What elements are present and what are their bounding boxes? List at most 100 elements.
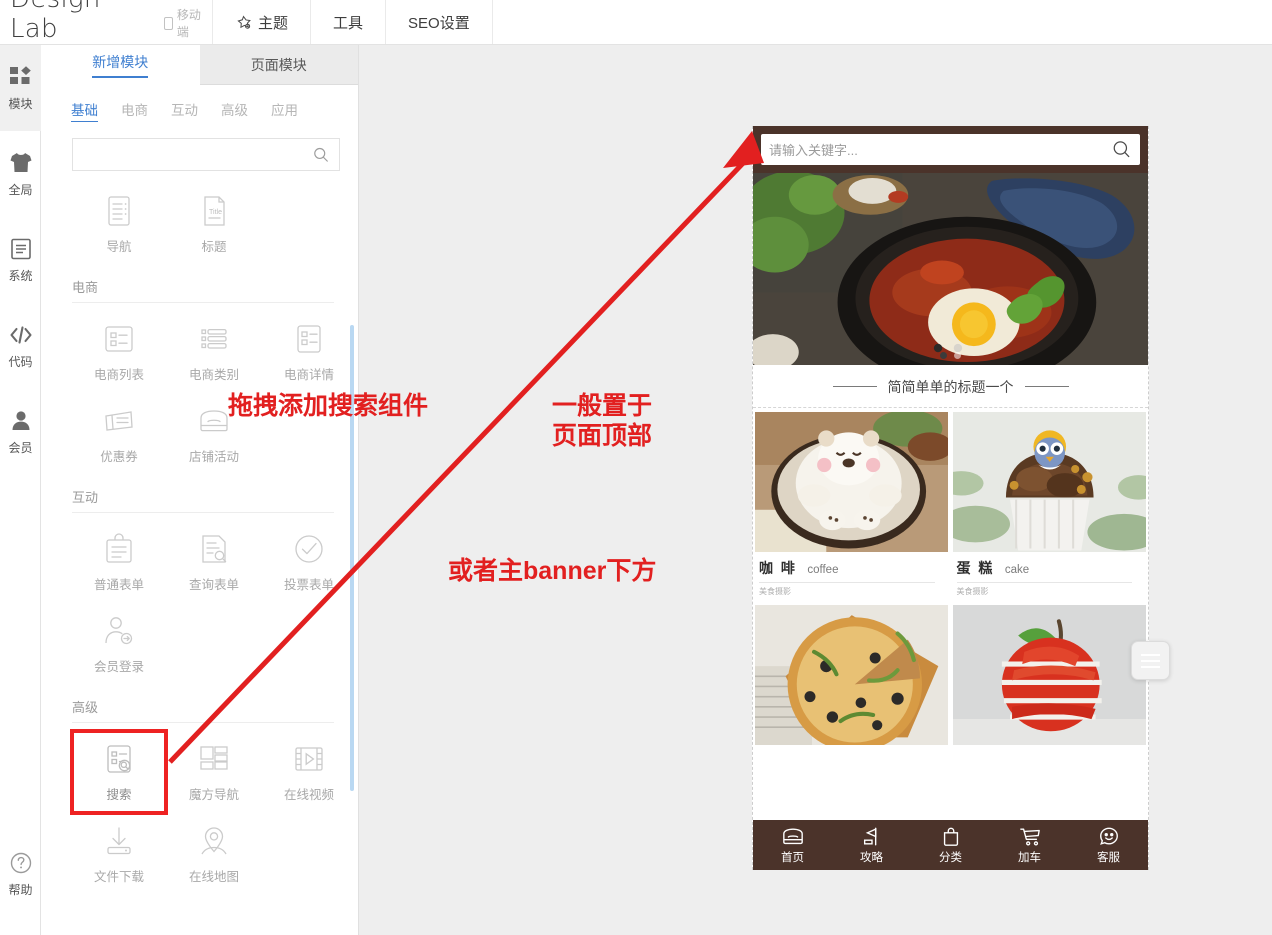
preview-section-title[interactable]: 简简单单的标题一个	[753, 366, 1148, 408]
tabbar-item-category[interactable]: 分类	[911, 826, 990, 865]
tabbar-item-cart[interactable]: 加车	[990, 826, 1069, 865]
banner-dot[interactable]	[954, 352, 961, 359]
module-online-video[interactable]: 在线视频	[262, 731, 356, 813]
product-card[interactable]: 蛋 糕 cake 美食摄影	[952, 412, 1147, 601]
sliced-apple-image	[952, 605, 1146, 745]
module-coupon[interactable]: 优惠券	[72, 393, 166, 475]
group-title-interactive: 互动	[72, 490, 99, 505]
card-title: 咖 啡	[759, 560, 797, 576]
tabbar-item-home[interactable]: 首页	[753, 826, 832, 865]
magic-grid-icon	[200, 746, 228, 770]
module-product-category[interactable]: 电商类别	[167, 311, 261, 393]
search-input[interactable]	[82, 147, 312, 162]
module-query-form[interactable]: 查询表单	[167, 521, 261, 603]
category-interactive[interactable]: 互动	[171, 99, 198, 122]
tab-page-module[interactable]: 页面模块	[199, 45, 358, 85]
phone-icon	[164, 16, 173, 30]
module-group-basic: 导航 Title 标题	[41, 175, 359, 267]
module-product-detail[interactable]: 电商详情	[262, 311, 356, 393]
preview-search-field[interactable]: 请输入关键字...	[761, 134, 1140, 165]
category-advanced[interactable]: 高级	[221, 99, 248, 122]
sidebar-item-global-label: 全局	[8, 183, 33, 197]
sidebar-item-help-label: 帮助	[8, 883, 33, 897]
module-nav-label: 导航	[106, 240, 132, 254]
module-title-label: 标题	[201, 240, 227, 254]
module-nav[interactable]: 导航	[72, 183, 166, 265]
product-card[interactable]	[952, 605, 1147, 745]
product-list-icon	[105, 326, 133, 352]
card-subtitle: cake	[1004, 564, 1030, 576]
card-thumbnail	[952, 412, 1147, 552]
tabbar-item-support[interactable]: 客服	[1069, 826, 1148, 865]
sidebar-item-system-label: 系统	[8, 269, 33, 283]
tshirt-icon	[10, 153, 31, 172]
grid-squares-icon	[9, 66, 31, 84]
film-play-icon	[295, 747, 323, 771]
sidebar-item-system[interactable]: 系统	[0, 217, 41, 303]
category-apps[interactable]: 应用	[271, 99, 298, 122]
category-ecommerce[interactable]: 电商	[121, 99, 148, 122]
module-magic-nav[interactable]: 魔方导航	[167, 731, 261, 813]
module-magic-nav-label: 魔方导航	[188, 788, 239, 802]
sidebar-item-members-label: 会员	[8, 441, 33, 455]
form-search-icon	[202, 535, 227, 563]
module-search-label: 搜索	[106, 788, 132, 802]
group-title-advanced: 高级	[72, 700, 99, 715]
shop-awning-icon	[200, 410, 228, 432]
tabbar-item-guide-label: 攻略	[860, 851, 883, 864]
section-title-text: 简简单单的标题一个	[887, 378, 1014, 395]
category-basic[interactable]: 基础	[71, 99, 98, 122]
phone-preview: 请输入关键字... 简简单单的标题一个 咖 啡 coffee 美食摄影 蛋 糕 …	[752, 126, 1170, 870]
module-normal-form[interactable]: 普通表单	[72, 521, 166, 603]
search-module-icon	[107, 745, 131, 773]
product-card[interactable]	[755, 605, 949, 745]
sidebar-item-members[interactable]: 会员	[0, 389, 41, 475]
sidebar-bottom: 帮助	[0, 831, 41, 917]
cart-icon	[1019, 827, 1040, 846]
tabbar-item-cart-label: 加车	[1018, 851, 1041, 864]
module-search[interactable]: 搜索	[70, 729, 168, 815]
module-normal-form-label: 普通表单	[93, 578, 144, 592]
module-product-list[interactable]: 电商列表	[72, 311, 166, 393]
check-circle-icon	[295, 535, 323, 563]
banner-dots[interactable]	[753, 352, 1148, 359]
left-rail: 模块 全局 系统 代码 会员 帮助	[0, 45, 41, 935]
module-file-download[interactable]: 文件下载	[72, 813, 166, 895]
banner-dot[interactable]	[940, 352, 947, 359]
tab-add-module[interactable]: 新增模块	[41, 45, 200, 85]
card-caption: 咖 啡 coffee 美食摄影	[755, 552, 949, 601]
tabbar-item-guide[interactable]: 攻略	[832, 826, 911, 865]
device-mode-chip[interactable]: 移动端	[164, 6, 212, 40]
module-grid-scroll[interactable]: 导航 Title 标题 电商 电商列表 电商类别 电商详情 优惠券 店铺活动 互…	[41, 175, 359, 935]
preview-search-module[interactable]: 请输入关键字...	[753, 126, 1148, 173]
category-filter-row: 基础 电商 互动 高级 应用	[41, 85, 358, 132]
product-card[interactable]: 咖 啡 coffee 美食摄影	[755, 412, 949, 601]
card-thumbnail	[952, 605, 1147, 745]
module-title[interactable]: Title 标题	[167, 183, 261, 265]
nav-list-icon	[108, 196, 130, 226]
preview-banner[interactable]	[753, 173, 1148, 366]
tab-theme[interactable]: 主题	[212, 0, 310, 44]
sidebar-item-modules[interactable]: 模块	[0, 45, 41, 131]
module-search-box[interactable]	[72, 138, 340, 171]
sidebar-item-global[interactable]: 全局	[0, 131, 41, 217]
module-product-detail-label: 电商详情	[283, 368, 334, 382]
module-product-list-label: 电商列表	[93, 368, 144, 382]
tab-seo-settings[interactable]: SEO设置	[385, 0, 493, 44]
document-lines-icon	[10, 238, 31, 260]
chocolate-cupcake-owl-image	[952, 412, 1146, 552]
floating-menu-button[interactable]	[1131, 641, 1170, 680]
tabbar-item-support-label: 客服	[1097, 851, 1120, 864]
sidebar-item-code[interactable]: 代码	[0, 303, 41, 389]
module-online-map[interactable]: 在线地图	[167, 813, 261, 895]
person-icon	[12, 411, 29, 430]
module-member-login[interactable]: 会员登录	[72, 603, 166, 685]
module-vote-form-label: 投票表单	[283, 578, 334, 592]
module-shop-activity-label: 店铺活动	[188, 450, 239, 464]
tab-tools[interactable]: 工具	[310, 0, 385, 44]
sidebar-item-help[interactable]: 帮助	[0, 831, 41, 917]
coupon-icon	[105, 411, 133, 431]
module-vote-form[interactable]: 投票表单	[262, 521, 356, 603]
brand-area: Design Lab 移动端	[0, 0, 212, 44]
bag-icon	[943, 827, 958, 846]
